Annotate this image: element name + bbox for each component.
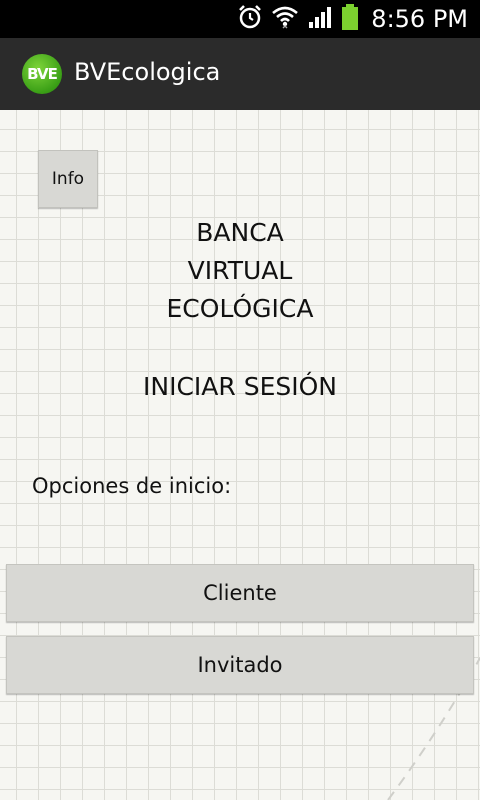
status-bar: 8:56 PM	[0, 0, 480, 38]
action-bar: BVE BVEcologica	[0, 38, 480, 110]
status-time: 8:56 PM	[371, 5, 468, 33]
bank-title: BANCA VIRTUAL ECOLÓGICA	[0, 214, 480, 328]
main-content: Info BANCA VIRTUAL ECOLÓGICA INICIAR SES…	[0, 110, 480, 800]
bank-title-line: BANCA	[196, 218, 284, 247]
invitado-button[interactable]: Invitado	[6, 636, 474, 694]
wifi-icon	[271, 4, 299, 34]
alarm-icon	[237, 4, 263, 34]
signal-icon	[307, 5, 333, 33]
cliente-button[interactable]: Cliente	[6, 564, 474, 622]
options-label: Opciones de inicio:	[32, 474, 232, 498]
app-title: BVEcologica	[74, 58, 221, 86]
app-logo-text: BVE	[27, 65, 58, 83]
bank-title-line: ECOLÓGICA	[166, 294, 314, 323]
login-section-title: INICIAR SESIÓN	[143, 372, 337, 401]
battery-icon	[341, 3, 359, 35]
app-logo-icon[interactable]: BVE	[22, 54, 62, 94]
bank-title-line: VIRTUAL	[187, 256, 293, 285]
status-icons: 8:56 PM	[237, 0, 468, 38]
info-button[interactable]: Info	[38, 150, 98, 208]
